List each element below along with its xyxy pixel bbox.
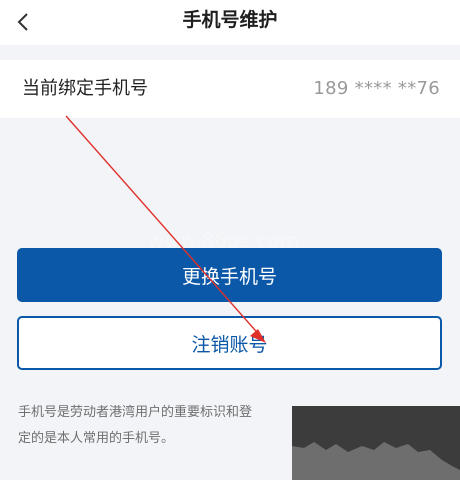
bound-phone-row: 当前绑定手机号 189 **** **76 — [0, 60, 460, 118]
bound-phone-label: 当前绑定手机号 — [22, 78, 148, 99]
note-text: 手机号是劳动者港湾用户的重要标识和登 定的是本人常用的手机号。 — [18, 400, 318, 452]
change-phone-button[interactable]: 更换手机号 — [17, 248, 442, 302]
bound-phone-value: 189 **** **76 — [313, 78, 440, 99]
thumbnail-shape — [292, 442, 460, 480]
arrow-line — [65, 115, 263, 339]
page-title: 手机号维护 — [182, 9, 278, 31]
preview-thumbnail — [292, 406, 460, 480]
note-line-2: 定的是本人常用的手机号。 — [18, 431, 175, 446]
note-line-1: 手机号是劳动者港湾用户的重要标识和登 — [18, 405, 253, 420]
cancel-account-button[interactable]: 注销账号 — [17, 316, 442, 370]
top-bar: 手机号维护 — [0, 0, 460, 45]
